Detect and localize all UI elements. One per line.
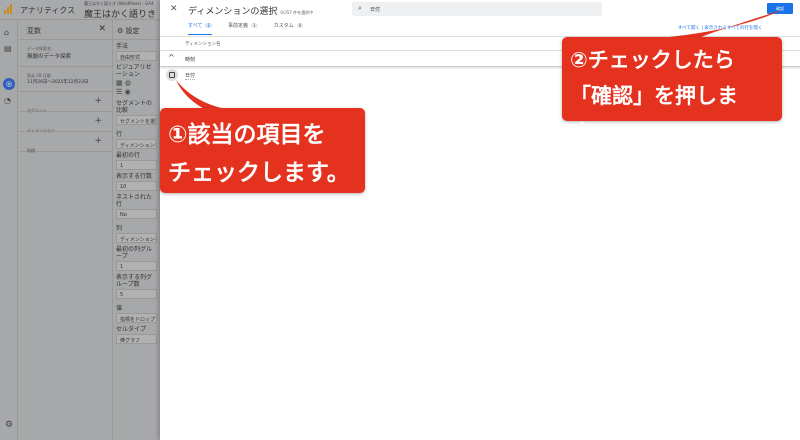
callout-2-tail: [660, 10, 782, 38]
callout-1-line-2: チェックします。: [168, 160, 350, 186]
callout-2-line-2: 「確認」を押します。: [570, 84, 738, 144]
callout-step-2: ②チェックしたら 「確認」を押します。: [562, 37, 782, 144]
callout-2-line-1: ②チェックしたら: [570, 48, 735, 72]
callout-step-1: ①該当の項目を チェックします。: [160, 108, 365, 193]
callout-1-line-1: ①該当の項目を: [168, 122, 326, 148]
